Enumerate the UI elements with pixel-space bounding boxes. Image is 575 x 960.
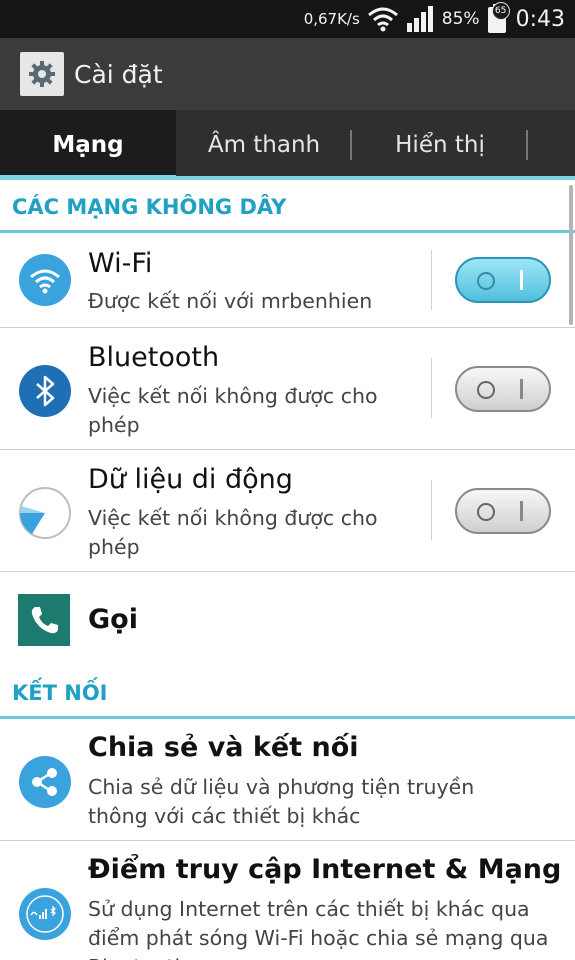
mobile-data-toggle[interactable]	[455, 488, 551, 534]
setting-row-call[interactable]: Gọi	[0, 572, 575, 669]
tab-overflow[interactable]	[528, 110, 575, 180]
page-title: Cài đặt	[74, 59, 163, 89]
bluetooth-icon	[18, 364, 72, 418]
row-subtitle: Việc kết nối không được cho phép	[88, 506, 378, 559]
section-header-wireless: CÁC MẠNG KHÔNG DÂY	[0, 183, 575, 233]
tab-label: Hiển thị	[395, 132, 485, 158]
row-title: Bluetooth	[88, 342, 220, 373]
row-title: Chia sẻ và kết nối	[88, 732, 359, 763]
row-subtitle: Chia sẻ dữ liệu và phương tiện truyền th…	[88, 775, 475, 828]
wifi-icon	[18, 253, 72, 307]
tab-label: Mạng	[52, 132, 124, 158]
setting-row-mobile-data[interactable]: Dữ liệu di động Việc kết nối không được …	[0, 450, 575, 572]
row-subtitle: Việc kết nối không được cho phép	[88, 384, 378, 437]
row-title: Dữ liệu di động	[88, 464, 293, 495]
battery-icon: 65	[486, 2, 510, 34]
network-speed: 0,67K/s	[303, 10, 360, 28]
gear-icon[interactable]	[20, 52, 64, 96]
notification-count-badge: 65	[491, 2, 510, 20]
setting-row-hotspot[interactable]: Điểm truy cập Internet & Mạng Sử dụng In…	[0, 841, 575, 960]
row-divider	[431, 358, 432, 418]
scrollbar[interactable]	[569, 185, 573, 325]
battery-percent: 85%	[441, 9, 480, 29]
action-bar: Cài đặt	[0, 38, 575, 110]
tab-network[interactable]: Mạng	[0, 110, 176, 180]
row-title: Gọi	[88, 604, 138, 635]
cell-signal-icon	[406, 5, 436, 33]
wifi-toggle[interactable]	[455, 257, 551, 303]
share-icon	[18, 755, 72, 809]
tab-sound[interactable]: Âm thanh	[176, 110, 352, 180]
row-divider	[431, 480, 432, 540]
setting-row-wifi[interactable]: Wi-Fi Được kết nối với mrbenhien	[0, 233, 575, 328]
tab-underline	[0, 176, 575, 180]
section-header-connect: KẾT NỐI	[0, 669, 575, 719]
setting-row-share[interactable]: Chia sẻ và kết nối Chia sẻ dữ liệu và ph…	[0, 719, 575, 841]
phone-icon	[18, 594, 70, 646]
tab-bar: Mạng Âm thanh Hiển thị	[0, 110, 575, 180]
wifi-signal-icon	[366, 6, 400, 32]
setting-row-bluetooth[interactable]: Bluetooth Việc kết nối không được cho ph…	[0, 328, 575, 450]
row-divider	[431, 250, 432, 310]
row-subtitle: Sử dụng Internet trên các thiết bị khác …	[88, 897, 549, 960]
clock: 0:43	[515, 6, 565, 32]
row-title: Wi-Fi	[88, 248, 153, 279]
tab-label: Âm thanh	[207, 132, 321, 158]
bluetooth-toggle[interactable]	[455, 366, 551, 412]
hotspot-icon	[18, 887, 72, 941]
status-bar: 0,67K/s 85% 65 0:43	[0, 0, 575, 38]
data-usage-icon	[18, 486, 72, 540]
row-title: Điểm truy cập Internet & Mạng	[88, 854, 562, 885]
tab-display[interactable]: Hiển thị	[352, 110, 528, 180]
